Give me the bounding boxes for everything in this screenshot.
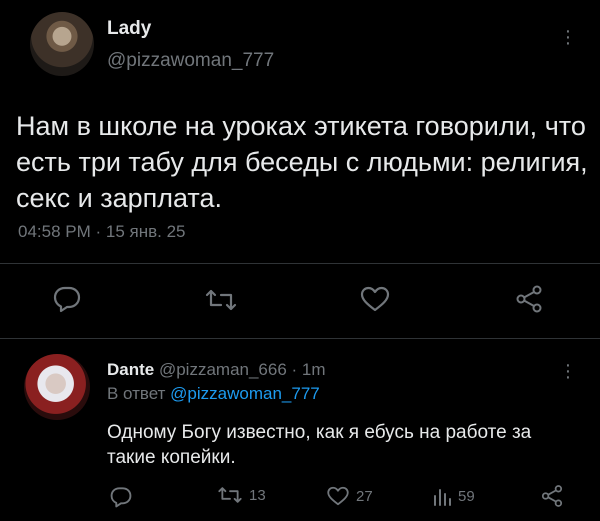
retweet-icon [205, 289, 237, 311]
reply-icon [53, 286, 81, 313]
share-button[interactable] [540, 484, 564, 508]
reply-header: Dante @pizzaman_666 · 1m [107, 360, 326, 380]
main-tweet: Lady @pizzawoman_777 · · · Нам в школе на … [0, 0, 600, 338]
reply-text: Одному Богу известно, как я ебусь на раб… [107, 422, 532, 468]
like-icon [360, 286, 390, 312]
tweet-text: Нам в школе на уроках этикета говорили, … [16, 111, 588, 213]
retweet-button[interactable] [204, 287, 238, 313]
views-icon [434, 489, 451, 506]
reply-meta[interactable]: @pizzaman_666 · 1m [159, 360, 326, 379]
more-options-icon[interactable]: · · · [564, 21, 572, 53]
views-count: 59 [458, 487, 475, 505]
share-icon [516, 285, 542, 313]
retweet-icon [218, 487, 242, 503]
share-icon [541, 485, 563, 507]
avatar[interactable] [24, 354, 90, 420]
reply-prefix: В ответ [107, 384, 171, 403]
divider [0, 338, 600, 339]
divider [0, 263, 600, 264]
reply-button[interactable] [109, 486, 133, 508]
tweet-timestamp[interactable]: 04:58 PM · 15 янв. 25 [18, 222, 186, 242]
like-button[interactable]: 27 [326, 485, 373, 507]
reply-author-name[interactable]: Dante [107, 360, 154, 379]
reply-mention-link[interactable]: @pizzawoman_777 [170, 384, 320, 403]
more-options-icon[interactable]: · · · [564, 355, 572, 387]
like-icon [327, 486, 349, 506]
reply-button[interactable] [52, 285, 82, 313]
avatar[interactable] [30, 12, 94, 76]
retweet-count: 13 [249, 486, 266, 504]
like-count: 27 [356, 487, 373, 505]
reply-icon [110, 487, 132, 508]
share-button[interactable] [514, 284, 544, 314]
views-button[interactable]: 59 [432, 485, 475, 507]
author-name[interactable]: Lady [107, 18, 151, 40]
reply-context: В ответ @pizzawoman_777 [107, 384, 320, 404]
retweet-button[interactable]: 13 [217, 485, 266, 505]
like-button[interactable] [359, 285, 391, 313]
author-handle[interactable]: @pizzawoman_777 [107, 50, 274, 72]
